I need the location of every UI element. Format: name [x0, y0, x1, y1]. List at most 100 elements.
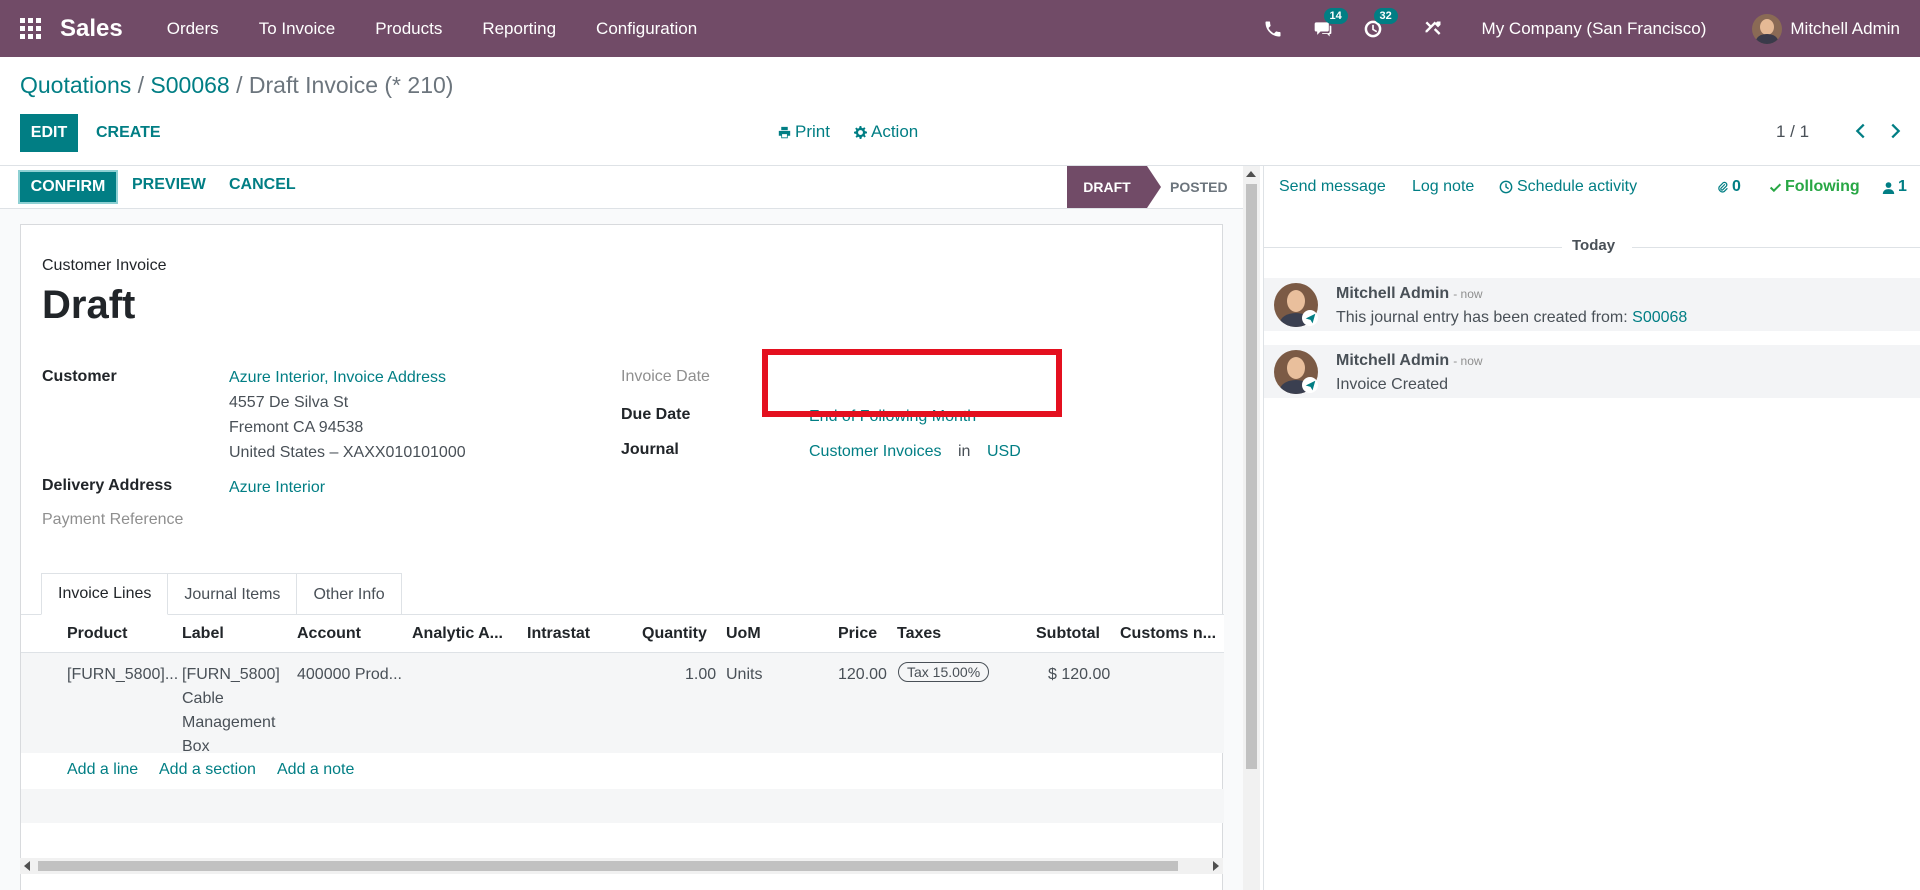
tab-journal-items[interactable]: Journal Items [167, 573, 298, 615]
followers-count: 1 [1898, 178, 1907, 195]
breadcrumb: Quotations / S00068 / Draft Invoice (* 2… [20, 72, 453, 99]
activity-clock-icon[interactable]: 32 [1362, 7, 1398, 40]
menu-configuration[interactable]: Configuration [576, 19, 717, 39]
messaging-icon[interactable]: 14 [1312, 7, 1348, 40]
activities-count-badge: 32 [1373, 7, 1398, 24]
debug-tools-icon[interactable] [1422, 18, 1444, 40]
customer-address-line: 4557 De Silva St [229, 394, 349, 411]
schedule-activity-button[interactable]: Schedule activity [1499, 178, 1637, 196]
paper-plane-icon [1302, 377, 1318, 393]
vertical-scroll-thumb[interactable] [1246, 184, 1257, 769]
paper-plane-icon [1302, 310, 1318, 326]
edit-button[interactable]: EDIT [20, 114, 78, 152]
cell-label[interactable]: [FURN_5800] Cable Management Box [182, 663, 280, 759]
column-analytic[interactable]: Analytic A... [412, 625, 503, 643]
navbar-systray: 14 32 My Company (San Francisco) Mitchel… [1248, 0, 1920, 57]
chatter-message: Mitchell Admin - now Invoice Created [1264, 345, 1920, 398]
stage-draft[interactable]: DRAFT [1067, 166, 1147, 208]
log-note-button[interactable]: Log note [1412, 178, 1474, 196]
delivery-address-field[interactable]: Azure Interior [229, 479, 325, 497]
stage-arrow [1147, 166, 1161, 208]
followers-button[interactable]: 1 [1882, 178, 1907, 196]
column-taxes[interactable]: Taxes [897, 625, 941, 643]
breadcrumb-quotations[interactable]: Quotations [20, 72, 131, 98]
column-customs[interactable]: Customs n... [1120, 625, 1216, 643]
following-button[interactable]: Following [1769, 178, 1860, 196]
messages-count-badge: 14 [1323, 7, 1348, 24]
column-label[interactable]: Label [182, 625, 224, 643]
print-label: Print [795, 122, 830, 141]
apps-menu-icon[interactable] [20, 17, 42, 40]
cell-product[interactable]: [FURN_5800]... [67, 663, 178, 687]
create-button[interactable]: CREATE [96, 114, 161, 152]
main-menu: Orders To Invoice Products Reporting Con… [147, 19, 717, 39]
check-icon [1769, 183, 1782, 192]
tax-tag[interactable]: Tax 15.00% [898, 662, 990, 682]
chevron-left-icon[interactable] [1850, 120, 1872, 142]
tab-other-info[interactable]: Other Info [296, 573, 402, 615]
clock-icon [1499, 180, 1513, 194]
pager-value[interactable]: 1 / 1 [1776, 122, 1809, 142]
column-intrastat[interactable]: Intrastat [527, 625, 590, 643]
chevron-right-icon[interactable] [1884, 120, 1906, 142]
scroll-up-arrow[interactable] [1246, 171, 1256, 177]
paperclip-icon [1718, 181, 1728, 193]
column-quantity[interactable]: Quantity [642, 625, 707, 643]
customer-field[interactable]: Azure Interior, Invoice Address [229, 369, 446, 387]
tab-invoice-lines[interactable]: Invoice Lines [41, 573, 169, 615]
app-brand[interactable]: Sales [60, 15, 123, 43]
add-note-link[interactable]: Add a note [277, 761, 354, 779]
add-section-link[interactable]: Add a section [159, 761, 256, 779]
add-line-link[interactable]: Add a line [67, 761, 138, 779]
column-uom[interactable]: UoM [726, 625, 761, 643]
menu-reporting[interactable]: Reporting [462, 19, 576, 39]
column-product[interactable]: Product [67, 625, 127, 643]
menu-to-invoice[interactable]: To Invoice [239, 19, 356, 39]
column-price[interactable]: Price [838, 625, 877, 643]
preview-button[interactable]: PREVIEW [132, 176, 206, 194]
stage-posted[interactable]: POSTED [1170, 166, 1228, 208]
scroll-right-arrow[interactable] [1213, 861, 1219, 871]
cell-quantity[interactable]: 1.00 [685, 663, 716, 687]
message-order-link[interactable]: S00068 [1632, 309, 1687, 326]
horizontal-scrollbar[interactable] [20, 858, 1223, 874]
invoice-date-label: Invoice Date [621, 368, 710, 385]
date-separator-label: Today [1572, 237, 1616, 254]
attachments-count: 0 [1732, 178, 1741, 195]
user-icon [1882, 181, 1895, 194]
vertical-scrollbar[interactable] [1243, 166, 1260, 890]
table-row[interactable]: [FURN_5800]... [FURN_5800] Cable Managem… [21, 653, 1224, 755]
scroll-left-arrow[interactable] [24, 861, 30, 871]
cell-label-line: Cable [182, 690, 224, 707]
phone-icon[interactable] [1262, 18, 1284, 40]
currency-field[interactable]: USD [987, 443, 1021, 461]
cell-subtotal: $ 120.00 [1048, 666, 1111, 683]
menu-orders[interactable]: Orders [147, 19, 239, 39]
column-account[interactable]: Account [297, 625, 361, 643]
cell-account[interactable]: 400000 Prod... [297, 663, 402, 687]
user-menu[interactable]: Mitchell Admin [1790, 19, 1900, 39]
breadcrumb-order[interactable]: S00068 [150, 72, 229, 98]
menu-products[interactable]: Products [355, 19, 462, 39]
action-button[interactable]: Action [854, 122, 918, 142]
company-switcher[interactable]: My Company (San Francisco) [1482, 19, 1707, 39]
print-button[interactable]: Print [778, 122, 830, 142]
cancel-button[interactable]: CANCEL [229, 176, 296, 194]
horizontal-scroll-thumb[interactable] [38, 861, 1178, 871]
user-avatar[interactable] [1752, 13, 1783, 44]
message-author[interactable]: Mitchell Admin - now [1336, 352, 1483, 370]
cell-price[interactable]: 120.00 [838, 663, 887, 687]
journal-field[interactable]: Customer Invoices [809, 443, 942, 461]
confirm-button[interactable]: CONFIRM [18, 170, 118, 204]
attachments-button[interactable]: 0 [1716, 178, 1741, 196]
journal-label: Journal [621, 441, 679, 458]
cell-uom[interactable]: Units [726, 663, 762, 687]
send-message-button[interactable]: Send message [1279, 178, 1386, 196]
action-label: Action [871, 122, 919, 141]
chatter-panel: Send message Log note Schedule activity … [1263, 166, 1920, 890]
customer-address-line: Fremont CA 94538 [229, 419, 364, 436]
message-author[interactable]: Mitchell Admin - now [1336, 285, 1483, 303]
breadcrumb-separator: / [229, 72, 249, 98]
column-subtotal[interactable]: Subtotal [1036, 625, 1100, 643]
separator-line [1264, 247, 1562, 248]
